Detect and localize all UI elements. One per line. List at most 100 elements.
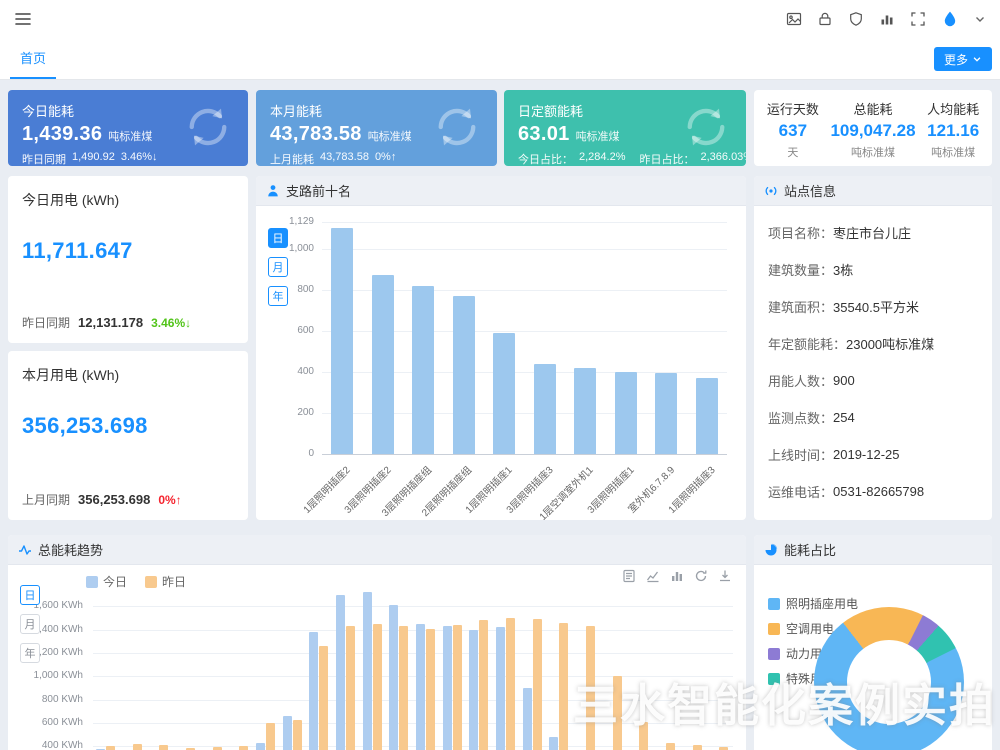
- energy-share-body: 照明插座用电 空调用电 动力用电 特殊用电: [754, 565, 992, 750]
- branch-bar: [574, 368, 596, 454]
- kpi-delta: 3.46%↓: [121, 151, 158, 166]
- branch-period-month-button[interactable]: 月: [268, 257, 288, 277]
- kpi-unit: 吨标准煤: [368, 128, 412, 144]
- stat-running-days: 运行天数 637 天: [758, 99, 828, 157]
- y-axis-tick-label: 600 KWh: [8, 717, 83, 728]
- refresh-icon: [431, 101, 483, 153]
- panel-header: 能耗占比: [754, 535, 992, 565]
- panel-title: 能耗占比: [784, 540, 836, 559]
- y-axis-tick-label: 200: [256, 407, 314, 418]
- electricity-month-card: 本月用电 (kWh) 356,253.698 上月同期 356,253.698 …: [8, 351, 248, 520]
- trend-bar-yesterday: [293, 720, 302, 750]
- y-axis-tick-label: 400: [256, 366, 314, 377]
- tab-home[interactable]: 首页: [10, 38, 56, 79]
- trend-bar-today: [363, 592, 372, 750]
- chevron-down-icon[interactable]: [974, 13, 986, 25]
- branch-bar: [331, 228, 353, 454]
- trend-bar-yesterday: [613, 676, 622, 750]
- chevron-down-icon: [972, 54, 982, 64]
- refresh-icon: [680, 101, 732, 153]
- trend-bar-today: [256, 743, 265, 750]
- kpi-value: 63.01: [518, 123, 570, 146]
- trend-bar-yesterday: [373, 624, 382, 750]
- tab-home-label: 首页: [20, 48, 46, 67]
- electricity-today-card: 今日用电 (kWh) 11,711.647 昨日同期 12,131.178 3.…: [8, 176, 248, 343]
- shield-icon[interactable]: [848, 11, 864, 27]
- site-row: 建筑面积：35540.5平方米: [754, 288, 992, 325]
- trend-period-year-button[interactable]: 年: [20, 643, 40, 663]
- panel-header: 总能耗趋势: [8, 535, 746, 565]
- pie-legend-item[interactable]: 照明插座用电: [768, 595, 858, 612]
- trend-bar-yesterday: [506, 618, 515, 750]
- more-button-label: 更多: [944, 51, 968, 68]
- branch-period-group: 日 月 年: [268, 228, 288, 306]
- trend-chart: 400 KWh600 KWh800 KWh1,000 KWh1,200 KWh1…: [8, 565, 746, 750]
- y-axis-tick-label: 0: [256, 448, 314, 459]
- donut-hole: [847, 640, 931, 724]
- stat-total-energy: 总能耗 109,047.28 吨标准煤: [828, 99, 919, 157]
- y-axis-tick-label: 600: [256, 325, 314, 336]
- stat-label: 运行天数: [758, 99, 828, 118]
- card-title: 今日用电 (kWh): [22, 190, 234, 210]
- kpi-compare-value: 43,783.58: [320, 151, 369, 166]
- site-row: 年定额能耗：23000吨标准煤: [754, 325, 992, 362]
- site-row: 项目名称：枣庄市台儿庄: [754, 214, 992, 251]
- x-axis-line: [322, 454, 727, 455]
- branch-bar: [453, 296, 475, 454]
- kpi-value: 43,783.58: [270, 123, 362, 146]
- trend-bar-today: [389, 605, 398, 750]
- kpi-delta: 0%↑: [375, 151, 396, 166]
- branch-panel-body: 日 月 年 02004006008001,0001,1291层照明插座23层照明…: [256, 206, 746, 520]
- trend-bar-today: [469, 630, 478, 750]
- lock-icon[interactable]: [817, 11, 833, 27]
- gridline: [93, 606, 733, 607]
- stat-value: 109,047.28: [828, 121, 919, 141]
- pie-legend-label: 照明插座用电: [786, 595, 858, 612]
- menu-icon[interactable]: [14, 10, 32, 28]
- pie-legend-swatch: [768, 598, 780, 610]
- site-row: 建筑数量：3栋: [754, 251, 992, 288]
- water-drop-logo-icon[interactable]: [941, 10, 959, 28]
- branch-icon: [266, 184, 280, 198]
- trend-bar-yesterday: [426, 629, 435, 750]
- delta-value: 0%↑: [158, 493, 181, 507]
- branch-bar: [696, 378, 718, 454]
- trend-period-month-button[interactable]: 月: [20, 614, 40, 634]
- trend-period-day-button[interactable]: 日: [20, 585, 40, 605]
- compare-value: 12,131.178: [78, 315, 143, 330]
- stat-unit: 吨标准煤: [828, 144, 919, 160]
- gridline: [93, 676, 733, 677]
- y-axis-tick-label: 1,000 KWh: [8, 670, 83, 681]
- panel-header: 支路前十名: [256, 176, 746, 206]
- kpi-card-today-energy: 今日能耗 1,439.36 吨标准煤 昨日同期 1,490.92 3.46%↓: [8, 90, 248, 166]
- stat-label: 人均能耗: [918, 99, 988, 118]
- trend-bar-yesterday: [133, 744, 142, 750]
- energy-dashboard: 首页 更多 今日能耗 1,439.36 吨标准煤 昨日同期 1,490.92 3…: [0, 0, 1000, 750]
- stat-value: 121.16: [918, 121, 988, 141]
- compare-value: 356,253.698: [78, 492, 150, 507]
- more-button[interactable]: 更多: [934, 47, 992, 71]
- compare-label: 昨日同期: [22, 314, 70, 331]
- kpi-card-month-energy: 本月能耗 43,783.58 吨标准煤 上月能耗 43,783.58 0%↑: [256, 90, 497, 166]
- branch-bar: [655, 373, 677, 454]
- panel-header: 站点信息: [754, 176, 992, 206]
- chart-icon[interactable]: [879, 11, 895, 27]
- trend-bar-today: [283, 716, 292, 750]
- stat-value: 637: [758, 121, 828, 141]
- branch-period-day-button[interactable]: 日: [268, 228, 288, 248]
- compare-label: 上月同期: [22, 491, 70, 508]
- delta-value: 3.46%↓: [151, 316, 191, 330]
- trend-bar-yesterday: [346, 626, 355, 750]
- site-row: 用能人数：900: [754, 362, 992, 399]
- branch-period-year-button[interactable]: 年: [268, 286, 288, 306]
- pie-legend-swatch: [768, 648, 780, 660]
- stat-unit: 天: [758, 144, 828, 160]
- kpi-ratio-today-label: 今日占比：: [518, 151, 573, 166]
- gridline: [322, 249, 727, 250]
- image-icon[interactable]: [786, 11, 802, 27]
- trend-bar-yesterday: [533, 619, 542, 750]
- panel-title: 支路前十名: [286, 181, 351, 200]
- trend-panel-body: 今日 昨日: [8, 565, 746, 750]
- y-axis-tick-label: 400 KWh: [8, 740, 83, 750]
- fullscreen-icon[interactable]: [910, 11, 926, 27]
